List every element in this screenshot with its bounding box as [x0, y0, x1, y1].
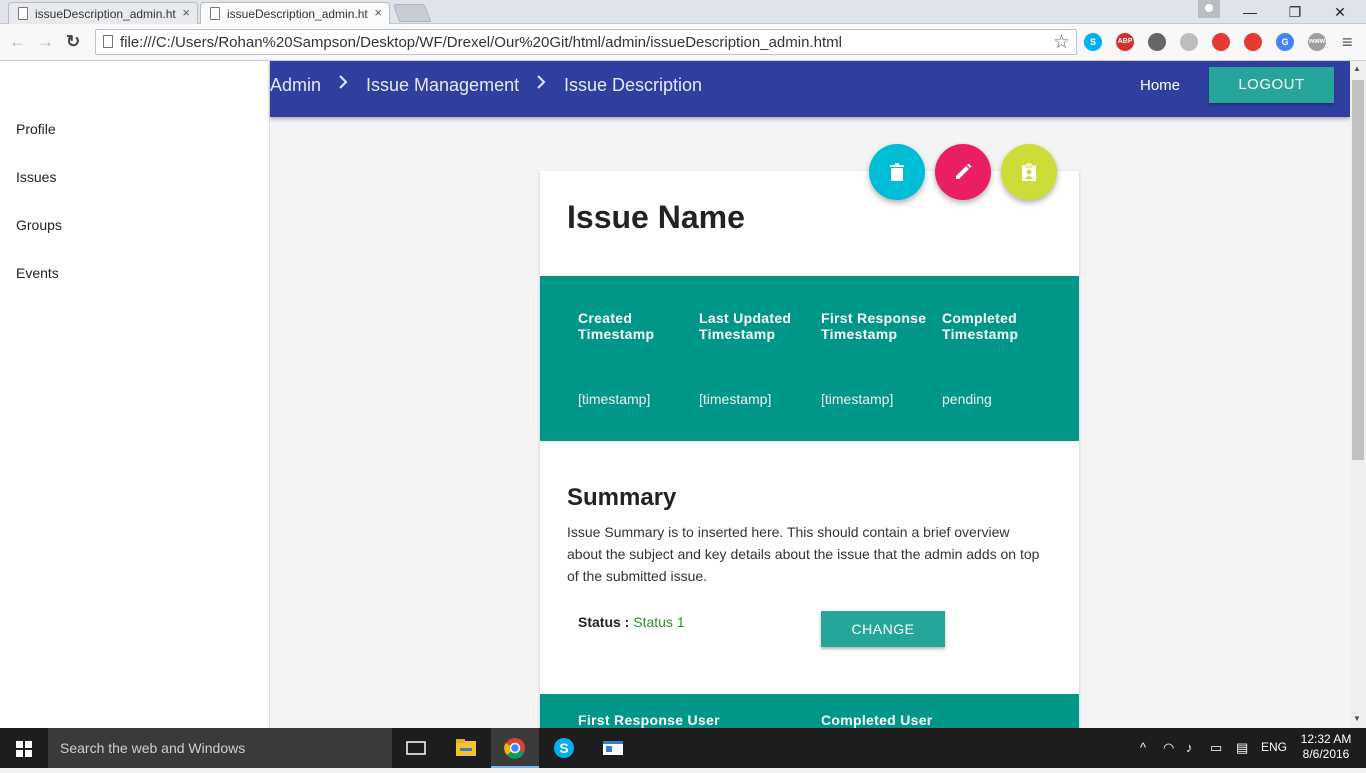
first-response-timestamp-header: First Response Timestamp	[821, 310, 927, 342]
forward-arrow-icon[interactable]: →	[37, 32, 54, 52]
browser-tab[interactable]: issueDescription_admin.ht ×	[8, 2, 198, 24]
completed-timestamp-header: Completed Timestamp	[942, 310, 1019, 342]
page-icon	[210, 7, 220, 20]
browser-tab-bar: issueDescription_admin.ht × issueDescrip…	[0, 0, 1366, 24]
top-app-bar: Admin Issue Management Issue Description…	[270, 61, 1350, 117]
user-profile-icon[interactable]	[1198, 0, 1220, 18]
status-label: Status :	[578, 614, 630, 630]
timestamps-panel: Created Timestamp Last Updated Timestamp…	[540, 276, 1079, 441]
sidebar-item-profile[interactable]: Profile	[16, 121, 56, 137]
windows-start-icon[interactable]	[16, 741, 32, 757]
minimize-button[interactable]: —	[1227, 0, 1273, 24]
adblock-icon[interactable]: ABP	[1116, 33, 1134, 51]
browser-tab-active[interactable]: issueDescription_admin.ht ×	[200, 2, 390, 24]
issue-card: Issue Name Created Timestamp Last Update…	[540, 171, 1079, 728]
scrollbar-thumb[interactable]	[1352, 80, 1364, 460]
chrome-menu-icon[interactable]: ≡	[1342, 32, 1353, 53]
home-link[interactable]: Home	[1140, 77, 1180, 94]
page-icon	[18, 7, 28, 20]
first-response-timestamp-value: [timestamp]	[821, 391, 894, 407]
clock-date: 8/6/2016	[1302, 747, 1350, 761]
logout-button[interactable]: LOGOUT	[1209, 67, 1334, 103]
app-window-icon[interactable]	[589, 728, 637, 768]
browser-toolbar: ← → ↻ file:///C:/Users/Rohan%20Sampson/D…	[0, 24, 1366, 61]
chrome-taskbar-icon[interactable]	[491, 728, 539, 768]
skype-icon[interactable]: S	[1084, 33, 1102, 51]
close-window-button[interactable]: ✕	[1317, 0, 1363, 24]
record-icon[interactable]	[1244, 33, 1262, 51]
reload-icon[interactable]: ↻	[66, 32, 80, 52]
skype-taskbar-icon[interactable]: S	[540, 728, 588, 768]
lightbulb-icon[interactable]	[1148, 33, 1166, 51]
wifi-icon[interactable]: ◠	[1163, 740, 1174, 756]
sidebar-item-groups[interactable]: Groups	[16, 217, 62, 233]
tab-title: issueDescription_admin.ht	[35, 7, 176, 21]
trash-icon	[890, 163, 904, 181]
search-placeholder: Search the web and Windows	[60, 740, 246, 756]
sidebar-item-events[interactable]: Events	[16, 265, 59, 281]
url-text[interactable]: file:///C:/Users/Rohan%20Sampson/Desktop…	[120, 34, 842, 51]
clock-time: 12:32 AM	[1300, 732, 1352, 746]
breadcrumb-admin[interactable]: Admin	[270, 75, 321, 96]
first-response-user-header: First Response User	[578, 712, 720, 728]
page-icon	[103, 35, 113, 48]
pencil-icon	[956, 163, 972, 179]
taskbar-clock[interactable]: 12:32 AM 8/6/2016	[1296, 732, 1356, 762]
blocked-icon[interactable]	[1212, 33, 1230, 51]
breadcrumb-issue-description[interactable]: Issue Description	[564, 75, 702, 96]
chevron-right-icon	[338, 74, 348, 95]
completed-user-header: Completed User	[821, 712, 933, 728]
task-view-icon[interactable]	[392, 728, 440, 768]
last-updated-timestamp-value: [timestamp]	[699, 391, 772, 407]
file-explorer-icon[interactable]	[442, 728, 490, 768]
change-status-button[interactable]: CHANGE	[821, 611, 945, 647]
scroll-down-arrow-icon[interactable]: ▼	[1353, 714, 1361, 723]
refresh-ext-icon[interactable]	[1180, 33, 1198, 51]
new-tab-button[interactable]	[392, 4, 432, 22]
status-line: Status : Status 1	[578, 614, 685, 630]
bookmark-star-icon[interactable]: ☆	[1053, 31, 1070, 54]
issue-title: Issue Name	[567, 199, 745, 235]
clipboard-user-icon	[1022, 162, 1036, 181]
sidebar-item-issues[interactable]: Issues	[16, 169, 56, 185]
close-tab-icon[interactable]: ×	[374, 5, 382, 20]
created-timestamp-value: [timestamp]	[578, 391, 651, 407]
battery-icon[interactable]: ▭	[1210, 740, 1222, 756]
summary-heading: Summary	[567, 484, 677, 511]
www-icon[interactable]: www	[1308, 33, 1326, 51]
language-indicator[interactable]: ENG	[1261, 740, 1287, 754]
sidebar: Profile Issues Groups Events	[0, 61, 270, 728]
windows-taskbar: Search the web and Windows S ^ ◠ ♪ ▭ ▤ E…	[0, 728, 1366, 768]
translate-icon[interactable]: G	[1276, 33, 1294, 51]
address-bar[interactable]: file:///C:/Users/Rohan%20Sampson/Desktop…	[95, 29, 1077, 55]
status-value: Status 1	[633, 614, 685, 630]
taskbar-search[interactable]: Search the web and Windows	[48, 728, 392, 768]
action-center-icon[interactable]: ▤	[1236, 740, 1248, 756]
chevron-right-icon	[536, 74, 546, 95]
page-viewport: Profile Issues Groups Events Admin Issue…	[0, 61, 1350, 728]
tab-title: issueDescription_admin.ht	[227, 7, 368, 21]
back-arrow-icon[interactable]: ←	[9, 32, 26, 52]
last-updated-timestamp-header: Last Updated Timestamp	[699, 310, 792, 342]
summary-text: Issue Summary is to inserted here. This …	[567, 524, 1040, 584]
assign-issue-button[interactable]	[1001, 144, 1057, 200]
tray-chevron-up-icon[interactable]: ^	[1140, 740, 1146, 755]
breadcrumb-issue-management[interactable]: Issue Management	[366, 75, 519, 96]
scroll-up-arrow-icon[interactable]: ▲	[1353, 64, 1361, 73]
close-tab-icon[interactable]: ×	[182, 5, 190, 20]
completed-timestamp-value: pending	[942, 391, 992, 407]
created-timestamp-header: Created Timestamp	[578, 310, 655, 342]
svg-text:S: S	[559, 740, 568, 756]
volume-icon[interactable]: ♪	[1186, 740, 1193, 755]
users-panel: First Response User Completed User	[540, 694, 1079, 728]
restore-button[interactable]: ❐	[1272, 0, 1318, 24]
edit-issue-button[interactable]	[935, 144, 991, 200]
delete-issue-button[interactable]	[869, 144, 925, 200]
